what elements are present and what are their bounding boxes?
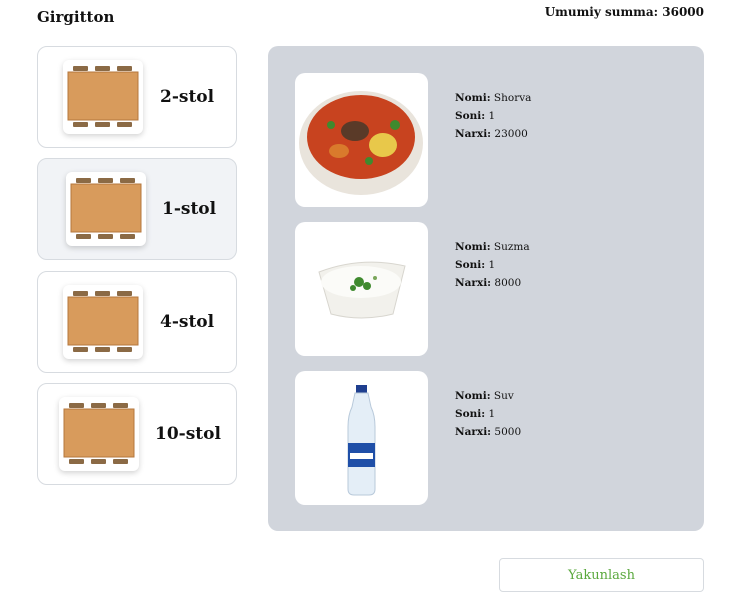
- table-image: [66, 172, 146, 246]
- qty-label: Soni:: [455, 259, 486, 271]
- item-qty: 1: [488, 110, 496, 122]
- total-sum: Umumiy summa: 36000: [545, 5, 704, 19]
- price-label: Narxi:: [455, 277, 492, 289]
- item-name: Shorva: [493, 92, 532, 104]
- total-value: 36000: [662, 5, 704, 19]
- app-title: Girgitton: [37, 8, 115, 26]
- item-name: Suv: [493, 390, 514, 402]
- item-qty: 1: [488, 408, 496, 420]
- water-bottle-image: [295, 371, 428, 505]
- finish-button[interactable]: Yakunlash: [499, 558, 704, 592]
- item-details: Nomi: Suv Soni: 1 Narxi: 5000: [455, 387, 521, 441]
- name-label: Nomi:: [455, 241, 491, 253]
- item-details: Nomi: Shorva Soni: 1 Narxi: 23000: [455, 89, 531, 143]
- order-item: Nomi: Suv Soni: 1 Narxi: 5000: [295, 371, 685, 505]
- table-image: [63, 60, 143, 134]
- name-label: Nomi:: [455, 390, 491, 402]
- order-item: Nomi: Shorva Soni: 1 Narxi: 23000: [295, 73, 685, 207]
- item-price: 8000: [494, 277, 522, 289]
- order-item: Nomi: Suzma Soni: 1 Narxi: 8000: [295, 222, 685, 356]
- table-label: 2-stol: [160, 87, 215, 107]
- table-card-2[interactable]: 2-stol: [37, 46, 237, 148]
- table-label: 1-stol: [162, 199, 217, 219]
- qty-label: Soni:: [455, 110, 486, 122]
- item-price: 5000: [494, 426, 522, 438]
- price-label: Narxi:: [455, 426, 492, 438]
- soup-image: [295, 73, 428, 207]
- qty-label: Soni:: [455, 408, 486, 420]
- order-panel: Nomi: Shorva Soni: 1 Narxi: 23000 Nomi: …: [268, 46, 704, 531]
- item-price: 23000: [494, 128, 528, 140]
- table-image: [59, 397, 139, 471]
- table-card-4[interactable]: 4-stol: [37, 271, 237, 373]
- table-image: [63, 285, 143, 359]
- table-card-10[interactable]: 10-stol: [37, 383, 237, 485]
- item-name: Suzma: [493, 241, 530, 253]
- price-label: Narxi:: [455, 128, 492, 140]
- item-qty: 1: [488, 259, 496, 271]
- yogurt-image: [295, 222, 428, 356]
- item-details: Nomi: Suzma Soni: 1 Narxi: 8000: [455, 238, 530, 292]
- table-label: 4-stol: [160, 312, 215, 332]
- table-card-1[interactable]: 1-stol: [37, 158, 237, 260]
- total-label: Umumiy summa:: [544, 5, 659, 19]
- name-label: Nomi:: [455, 92, 491, 104]
- table-label: 10-stol: [155, 424, 221, 444]
